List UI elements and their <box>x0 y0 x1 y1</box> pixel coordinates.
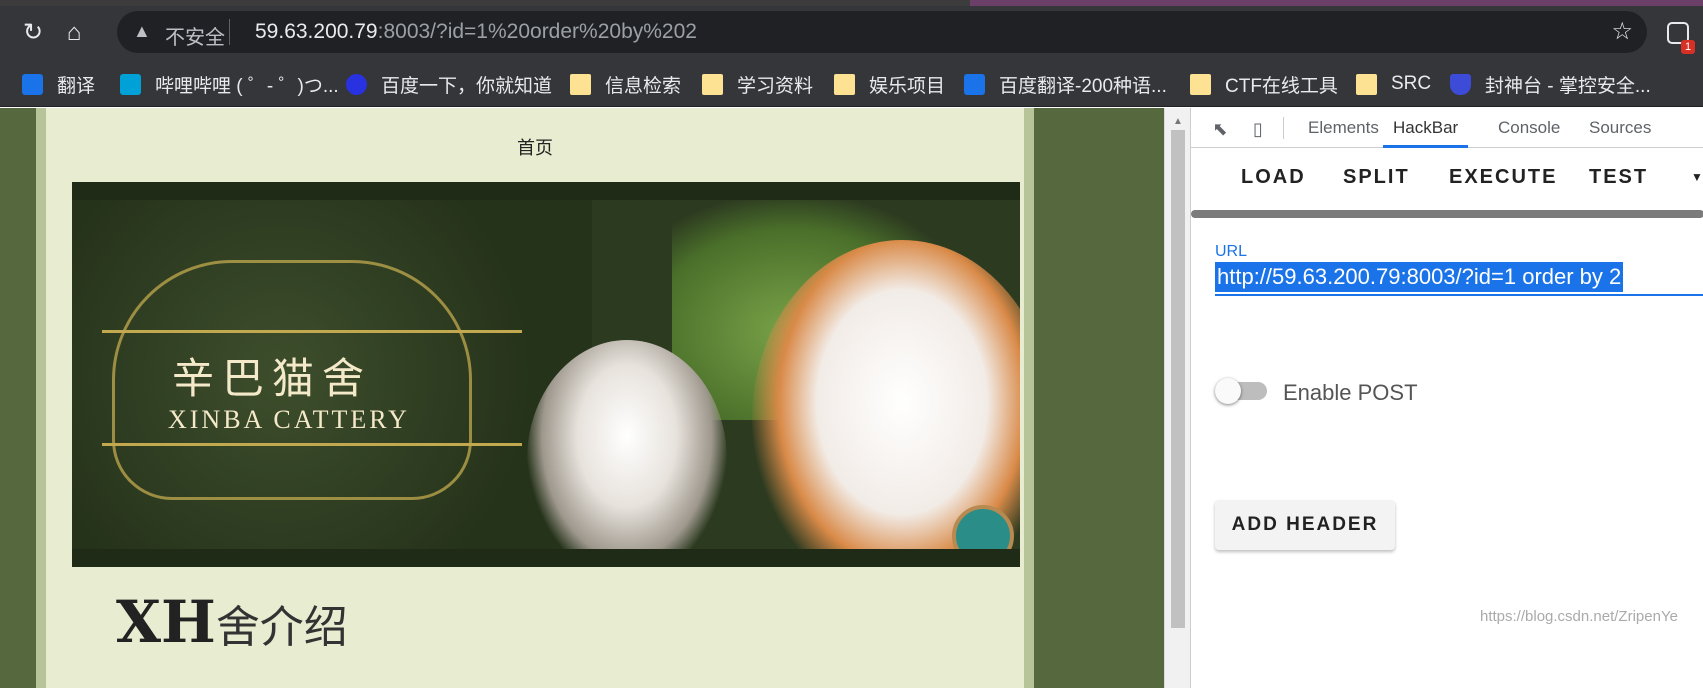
bookmark-label: 百度翻译-200种语... <box>999 75 1167 97</box>
device-toolbar-icon[interactable]: ▯ <box>1247 118 1269 140</box>
section-heading-text: 舍介绍 <box>215 603 348 652</box>
scroll-up-icon[interactable]: ▲ <box>1173 116 1183 127</box>
bookmark-folder[interactable]: 娱乐项目 <box>834 72 946 97</box>
bookmark-label: 封神台 - 掌控安全... <box>1485 75 1651 97</box>
caret-down-icon[interactable]: ▼ <box>1691 170 1703 184</box>
inspect-element-icon[interactable]: ⬉ <box>1209 118 1231 140</box>
web-page: 首页 辛巴猫舍 XINBA CATTERY XH舍介绍 <box>0 108 1164 688</box>
nav-home-link[interactable]: 首页 <box>46 134 1024 160</box>
bookmark-label: CTF在线工具 <box>1225 75 1338 97</box>
bookmark-label: 百度一下，你就知道 <box>381 75 553 97</box>
bookmark-item[interactable]: 百度一下，你就知道 <box>346 72 553 97</box>
folder-icon <box>1190 73 1211 95</box>
execute-button[interactable]: EXECUTE <box>1449 166 1557 189</box>
bookmark-label: 哔哩哔哩 ( ゜- ゜)つ... <box>155 75 339 97</box>
url-text[interactable]: 59.63.200.79:8003/?id=1%20order%20by%202 <box>255 20 697 44</box>
bookmark-label: 娱乐项目 <box>869 75 946 97</box>
divider <box>1283 117 1284 139</box>
folder-icon <box>834 73 855 95</box>
home-icon[interactable]: ⌂ <box>57 16 91 50</box>
bookmark-star-icon[interactable]: ☆ <box>1611 17 1633 46</box>
enable-post-label: Enable POST <box>1283 380 1418 405</box>
split-button[interactable]: SPLIT <box>1343 166 1410 189</box>
page-content: 首页 辛巴猫舍 XINBA CATTERY XH舍介绍 <box>36 108 1034 688</box>
bookmark-item[interactable]: 封神台 - 掌控安全... <box>1450 72 1651 97</box>
banner-image: 辛巴猫舍 XINBA CATTERY <box>72 182 1020 567</box>
ornament-rule <box>102 443 522 446</box>
bookmark-folder[interactable]: SRC <box>1356 72 1431 96</box>
watermark: https://blog.csdn.net/ZripenYe <box>1480 608 1678 625</box>
devtools-tabbar: ⬉ ▯ Elements HackBar Console Sources <box>1191 108 1703 148</box>
association-seal <box>952 505 1014 549</box>
shield-icon <box>1450 73 1471 95</box>
extension-button[interactable]: 1 <box>1665 18 1695 54</box>
tab-console[interactable]: Console <box>1498 108 1560 148</box>
hackbar-toolbar: LOAD SPLIT EXECUTE TEST ▼ <box>1191 148 1703 210</box>
bookmarks-bar: 翻译 哔哩哔哩 ( ゜- ゜)つ... 百度一下，你就知道 信息检索 学习资料 … <box>0 61 1703 107</box>
tab-elements[interactable]: Elements <box>1308 108 1379 148</box>
bookmark-item[interactable]: 百度翻译-200种语... <box>964 72 1167 97</box>
section-heading-partial: XH <box>116 588 216 656</box>
load-button[interactable]: LOAD <box>1241 166 1306 189</box>
url-input[interactable]: http://59.63.200.79:8003/?id=1 order by … <box>1215 260 1703 296</box>
bookmark-item[interactable]: 翻译 <box>22 72 96 97</box>
bookmark-label: 翻译 <box>57 75 96 97</box>
folder-icon <box>570 73 591 95</box>
warning-icon[interactable]: ▲ <box>133 21 151 42</box>
page-scrollbar[interactable]: ▲ <box>1164 108 1190 688</box>
bookmark-folder[interactable]: 学习资料 <box>702 72 814 97</box>
enable-post-toggle[interactable] <box>1215 378 1269 404</box>
tab-hackbar[interactable]: HackBar <box>1383 108 1469 148</box>
devtools-panel: ⬉ ▯ Elements HackBar Console Sources LOA… <box>1190 108 1703 688</box>
url-input-value[interactable]: http://59.63.200.79:8003/?id=1 order by … <box>1215 262 1624 292</box>
banner-title-cn: 辛巴猫舍 <box>172 354 373 403</box>
bookmark-label: 学习资料 <box>737 75 814 97</box>
security-label[interactable]: 不安全 <box>165 21 225 50</box>
banner-title-en: XINBA CATTERY <box>168 405 410 434</box>
baidu-translate-icon <box>964 73 985 95</box>
url-label: URL <box>1215 243 1248 260</box>
baidu-icon <box>346 73 367 95</box>
folder-icon <box>702 73 723 95</box>
ornament-rule <box>102 330 522 333</box>
tab-sources[interactable]: Sources <box>1589 108 1651 148</box>
extension-badge: 1 <box>1681 40 1695 54</box>
cat-illustration <box>527 340 727 549</box>
section-heading: XH舍介绍 <box>116 588 348 656</box>
scrollbar-thumb[interactable] <box>1171 130 1185 628</box>
address-bar[interactable]: ▲ 不安全 59.63.200.79:8003/?id=1%20order%20… <box>117 11 1647 53</box>
bookmark-label: 信息检索 <box>605 75 682 97</box>
url-path: :8003/?id=1%20order%20by%202 <box>377 20 697 43</box>
test-button[interactable]: TEST <box>1589 166 1648 189</box>
hackbar-scrollbar[interactable] <box>1191 210 1703 218</box>
bookmark-item[interactable]: 哔哩哔哩 ( ゜- ゜)つ... <box>120 72 339 97</box>
bookmark-folder[interactable]: 信息检索 <box>570 72 682 97</box>
bilibili-icon <box>120 73 141 95</box>
bookmark-folder[interactable]: CTF在线工具 <box>1190 72 1338 97</box>
translate-icon <box>22 73 43 95</box>
browser-toolbar: ↻ ⌂ ▲ 不安全 59.63.200.79:8003/?id=1%20orde… <box>0 6 1703 61</box>
folder-icon <box>1356 73 1377 95</box>
reload-icon[interactable]: ↻ <box>16 16 50 50</box>
bookmark-label: SRC <box>1391 73 1432 94</box>
toggle-knob <box>1215 378 1241 404</box>
add-header-button[interactable]: ADD HEADER <box>1215 500 1395 550</box>
url-host: 59.63.200.79 <box>255 20 378 43</box>
divider <box>229 19 230 45</box>
